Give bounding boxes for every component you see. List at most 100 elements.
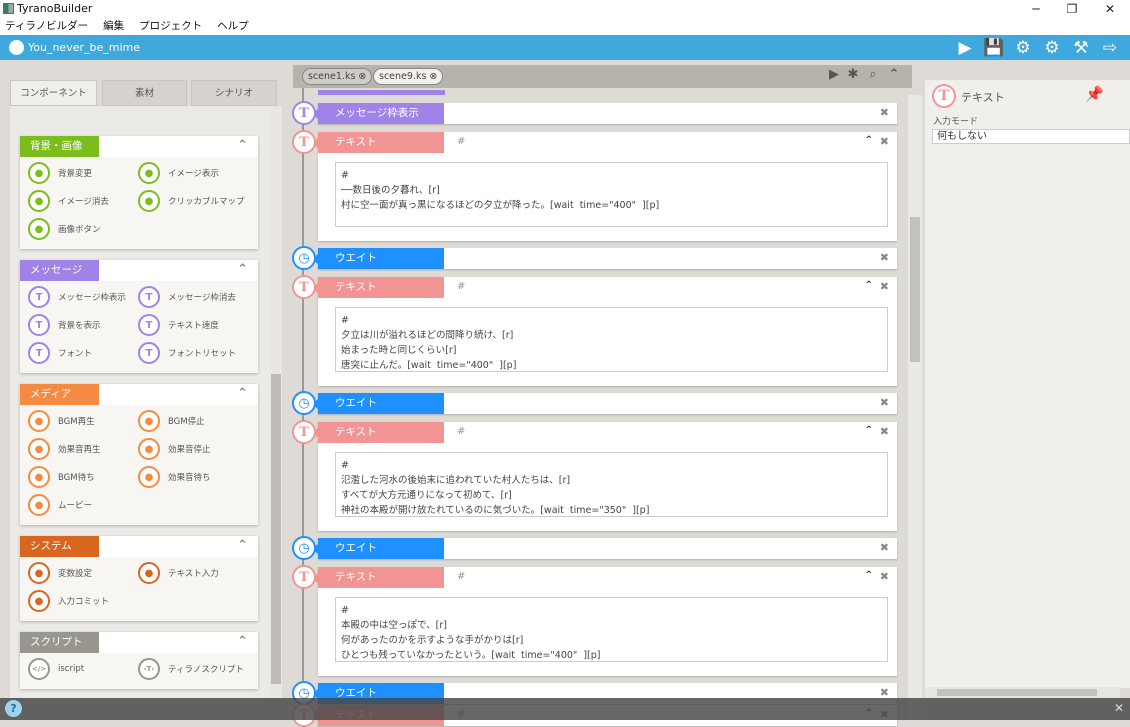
component-item[interactable]: ● BGM停止	[138, 409, 248, 433]
text-body-textarea[interactable]: # 本殿の中は空っぽで、[r] 何があったのかを示すような手がかりは[r] ひと…	[335, 597, 888, 662]
delete-icon[interactable]: ✖	[880, 106, 889, 119]
text-block[interactable]: テキスト ✖ # ⌃ # 氾濫した河水の後始末に追われていた村人たちは、[r] すべてが…	[312, 422, 897, 531]
debug-bug-icon[interactable]: ✱	[844, 67, 862, 82]
help-icon[interactable]: ?	[5, 700, 22, 717]
block-header[interactable]: テキスト ✖ # ⌃	[312, 422, 897, 443]
component-item[interactable]: T テキスト速度	[138, 313, 248, 337]
component-item[interactable]: T 背景を表示	[28, 313, 138, 337]
component-item[interactable]: ● テキスト入力	[138, 561, 248, 585]
chevron-up-icon[interactable]: ⌃	[237, 634, 248, 649]
menu-help[interactable]: ヘルプ	[217, 20, 249, 32]
text-body-textarea[interactable]: # 氾濫した河水の後始末に追われていた村人たちは、[r] すべてが大方元通りにな…	[335, 452, 888, 517]
component-item[interactable]: ● イメージ表示	[138, 161, 248, 185]
tab-scene9[interactable]: scene9.ks ⊗	[373, 68, 444, 85]
delete-icon[interactable]: ✖	[880, 425, 889, 438]
right-horizontal-scrollbar[interactable]	[925, 687, 1120, 698]
component-label: フォントリセット	[168, 349, 237, 359]
section-header[interactable]: スクリプト ⌃	[20, 632, 258, 653]
text-body-textarea[interactable]: # 夕立は川が溢れるほどの間降り続け、[r] 始まった時と同じくらい[r] 唐突…	[335, 307, 888, 372]
wait-block[interactable]: ウエイト ✖	[312, 538, 897, 559]
close-help-icon[interactable]: ✕	[1114, 701, 1124, 715]
component-item[interactable]: ● BGM再生	[28, 409, 138, 433]
block-header[interactable]: テキスト ✖ # ⌃	[312, 277, 897, 298]
input-mode-select[interactable]: 何もしない	[932, 129, 1130, 144]
tab-components[interactable]: コンポーネント	[10, 80, 97, 106]
component-item[interactable]: ● 変数設定	[28, 561, 138, 585]
component-item[interactable]: ‹T› ティラノスクリプト	[138, 657, 248, 681]
scroll-thumb[interactable]	[937, 689, 1097, 696]
delete-icon[interactable]: ✖	[880, 280, 889, 293]
component-item[interactable]: T フォントリセット	[138, 341, 248, 365]
delete-icon[interactable]: ✖	[880, 135, 889, 148]
text-block[interactable]: テキスト ✖ # ⌃ # 夕立は川が溢れるほどの間降り続け、[r] 始まった時と同じくら…	[312, 277, 897, 386]
character-settings-icon[interactable]: ⚙	[1011, 38, 1035, 58]
component-item[interactable]: ● ムービー	[28, 493, 138, 517]
text-block[interactable]: テキスト ✖ # ⌃ # 本殿の中は空っぽで、[r] 何があったのかを示すような手がかり…	[312, 567, 897, 676]
component-item[interactable]: T フォント	[28, 341, 138, 365]
component-item[interactable]: ● BGM待ち	[28, 465, 138, 489]
gear-icon[interactable]: ⚙	[1040, 38, 1064, 58]
message-block[interactable]: メッセージ枠表示 ✖	[312, 103, 897, 124]
search-icon[interactable]: ⌕	[864, 67, 882, 82]
tab-scenario[interactable]: シナリオ	[191, 80, 277, 106]
minimize-button[interactable]: ─	[1018, 0, 1054, 18]
component-item[interactable]: ● 画像ボタン	[28, 217, 138, 241]
collapse-icon[interactable]: ⌃	[865, 280, 873, 291]
export-icon[interactable]: ⇨	[1098, 38, 1122, 58]
chevron-up-icon[interactable]: ⌃	[237, 538, 248, 553]
component-item[interactable]: ● イメージ消去	[28, 189, 138, 213]
delete-icon[interactable]: ✖	[880, 541, 889, 554]
collapse-icon[interactable]: ⌃	[865, 425, 873, 436]
delete-icon[interactable]: ✖	[880, 396, 889, 409]
save-icon[interactable]: 💾	[982, 38, 1006, 58]
delete-icon[interactable]: ✖	[880, 570, 889, 583]
menu-project[interactable]: プロジェクト	[139, 20, 202, 32]
scene-scrollbar[interactable]	[908, 95, 922, 720]
left-scrollbar[interactable]	[270, 106, 282, 698]
delete-icon[interactable]: ✖	[880, 251, 889, 264]
tab-assets[interactable]: 素材	[102, 80, 187, 106]
scroll-thumb[interactable]	[271, 374, 281, 684]
component-item[interactable]: ● 背景変更	[28, 161, 138, 185]
menu-tyranobuilder[interactable]: ティラノビルダー	[5, 20, 88, 32]
component-item[interactable]: ● 効果音再生	[28, 437, 138, 461]
component-label: 効果音再生	[58, 445, 101, 455]
component-item[interactable]: T メッセージ枠消去	[138, 285, 248, 309]
wait-block[interactable]: ウエイト ✖	[312, 393, 897, 414]
text-body-textarea[interactable]: # ──数日後の夕暮れ、[r] 村に空一面が真っ黒になるほどの夕立が降った。[w…	[335, 162, 888, 227]
block-header[interactable]: テキスト ✖ # ⌃	[312, 567, 897, 588]
chevron-up-icon[interactable]: ⌃	[237, 386, 248, 401]
component-section: システム ⌃ ● 変数設定 ● テキスト入力 ● 入力コミット	[20, 536, 258, 621]
component-item[interactable]: T メッセージ枠表示	[28, 285, 138, 309]
component-item[interactable]: </> iscript	[28, 657, 138, 681]
section-header[interactable]: 背景・画像 ⌃	[20, 136, 258, 157]
play-icon[interactable]: ▶	[825, 67, 843, 82]
scroll-thumb[interactable]	[910, 217, 920, 362]
menu-edit[interactable]: 編集	[103, 20, 124, 32]
build-hammer-icon[interactable]: ⚒	[1069, 38, 1093, 58]
collapse-chevron-icon[interactable]: ⌃	[885, 67, 903, 82]
text-block[interactable]: テキスト ✖ # ⌃ # ──数日後の夕暮れ、[r] 村に空一面が真っ黒になるほどの夕立…	[312, 132, 897, 241]
block-header[interactable]: メッセージ枠表示 ✖	[312, 103, 897, 124]
block-header[interactable]: ウエイト ✖	[312, 248, 897, 269]
collapse-icon[interactable]: ⌃	[865, 570, 873, 581]
component-item[interactable]: ● 効果音停止	[138, 437, 248, 461]
pin-icon[interactable]: 📌	[1085, 85, 1104, 103]
component-item[interactable]: ● 効果音待ち	[138, 465, 248, 489]
block-header[interactable]: テキスト ✖ # ⌃	[312, 132, 897, 153]
component-item[interactable]: ● クリッカブルマップ	[138, 189, 248, 213]
component-item[interactable]: ● 入力コミット	[28, 589, 138, 613]
block-header[interactable]: ウエイト ✖	[312, 538, 897, 559]
play-icon[interactable]: ▶	[953, 38, 977, 58]
tab-scene1[interactable]: scene1.ks ⊗	[302, 68, 373, 85]
chevron-up-icon[interactable]: ⌃	[237, 138, 248, 153]
section-header[interactable]: メッセージ ⌃	[20, 260, 258, 281]
collapse-icon[interactable]: ⌃	[865, 135, 873, 146]
section-header[interactable]: メディア ⌃	[20, 384, 258, 405]
wait-block[interactable]: ウエイト ✖	[312, 248, 897, 269]
chevron-up-icon[interactable]: ⌃	[237, 262, 248, 277]
restore-button[interactable]: ❐	[1054, 0, 1090, 18]
block-header[interactable]: ウエイト ✖	[312, 393, 897, 414]
close-button[interactable]: ✕	[1092, 0, 1128, 18]
section-header[interactable]: システム ⌃	[20, 536, 258, 557]
